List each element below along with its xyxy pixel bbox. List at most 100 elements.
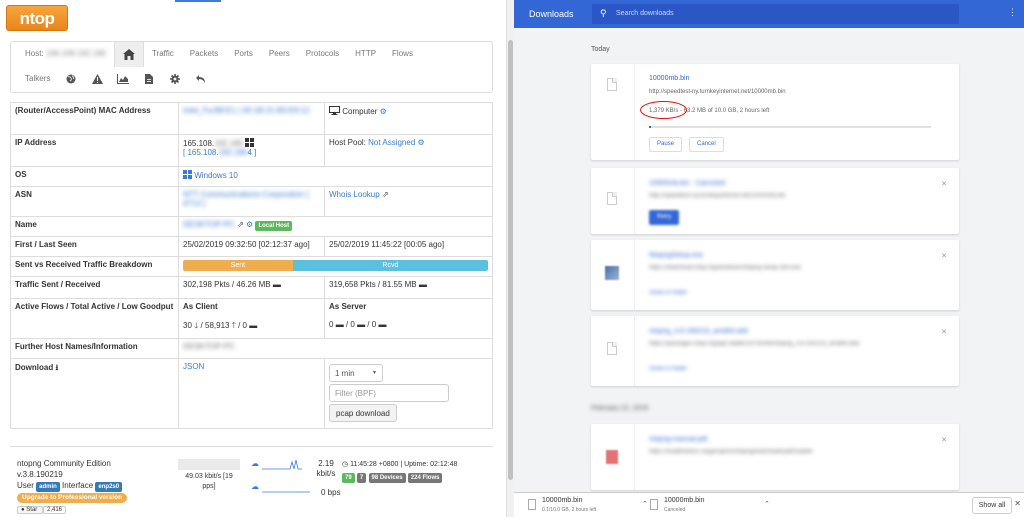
home-icon — [122, 48, 135, 60]
top-accent — [175, 0, 221, 2]
globe-icon[interactable] — [58, 67, 84, 91]
close-icon[interactable]: ✕ — [1014, 499, 1021, 508]
search-downloads-input[interactable]: ⚲ Search downloads — [592, 4, 959, 24]
pcap-cell: 1 min ▼ Filter (BPF) pcap download — [324, 358, 493, 429]
file-icon-column — [591, 424, 635, 490]
whois-link[interactable]: Whois Lookup — [329, 190, 380, 199]
tab-http[interactable]: HTTP — [347, 42, 384, 66]
github-star-button[interactable]: ● Star — [17, 506, 43, 514]
upload-cloud-icon: ☁ — [251, 459, 259, 468]
download-filename[interactable]: 10000mb.bin - Canceled — [649, 180, 725, 187]
remove-icon[interactable]: ✕ — [941, 436, 947, 444]
download-url[interactable]: https://readthedocs.org/projects/ntopng/… — [649, 449, 813, 455]
remove-icon[interactable]: ✕ — [941, 180, 947, 188]
more-vert-icon[interactable]: ⋮ — [1008, 7, 1017, 18]
last-seen: 25/02/2019 11:45:22 [00:05 ago] — [324, 236, 493, 257]
upgrade-button[interactable]: Upgrade to Professional version — [17, 493, 128, 503]
retry-button[interactable]: Retry — [649, 210, 680, 225]
mac-value-text[interactable]: Intel_Fa:B8:E1 | 00:1B:21:B3:E9:12 — [183, 106, 310, 115]
tab-packets[interactable]: Packets — [182, 42, 226, 66]
table-row: OS Windows 10 — [10, 166, 493, 187]
gear-icon[interactable]: ⚙ — [418, 138, 425, 147]
pcap-download-button[interactable]: pcap download — [329, 404, 397, 422]
shelf-item-2[interactable]: 10000mb.bin Canceled ⌃ — [650, 497, 776, 514]
pause-button[interactable]: Pause — [649, 137, 683, 152]
gear-icon[interactable] — [162, 67, 188, 91]
user-interface-line: User admin Interface enp2s0 — [17, 481, 123, 492]
area-chart-icon[interactable] — [110, 67, 136, 91]
download-filename-link[interactable]: ntopng-manual.pdf — [649, 436, 707, 443]
server-active: 0 — [329, 320, 334, 329]
hosts-badge[interactable]: 79 — [342, 473, 355, 483]
interval-select[interactable]: 1 min ▼ — [329, 364, 383, 382]
download-url[interactable]: http://speedtest-ny.turnkeyinternet.net/… — [649, 193, 786, 199]
asn-value-text[interactable]: NTT Communications Corporation [ 4713 ] — [183, 190, 309, 208]
download-icon: ⭳ — [55, 363, 59, 372]
interval-value: 1 min — [335, 368, 355, 378]
left-scrollbar-thumb[interactable] — [508, 40, 513, 480]
shelf-item-1-status: 0.1/10.0 GB, 2 hours left — [542, 507, 597, 513]
local-badge[interactable]: 7 — [356, 473, 367, 483]
ip-alt-link-end[interactable]: 4 ] — [248, 148, 257, 157]
download-card-3: NtopngSetup.exe https://download.ntop.or… — [591, 240, 959, 310]
name-value-text[interactable]: DESKTOP-PC — [183, 220, 235, 229]
shelf-item-1[interactable]: 10000mb.bin 0.1/10.0 GB, 2 hours left ⌃ — [528, 497, 654, 514]
json-link[interactable]: JSON — [183, 362, 204, 371]
server-flows: As Server 0 ▬ / 0 ▬ / 0 ▬ — [324, 298, 493, 339]
chevron-up-icon[interactable]: ⌃ — [764, 500, 770, 508]
host-pool-link[interactable]: Not Assigned — [368, 138, 415, 147]
download-url[interactable]: https://download.ntop.org/windows/ntopng… — [649, 265, 801, 271]
chevron-up-icon[interactable]: ⌃ — [642, 500, 648, 508]
download-url[interactable]: http://speedtest-ny.turnkeyinternet.net/… — [649, 89, 786, 95]
monitor-icon — [329, 106, 340, 115]
breakdown-label: Sent vs Received Traffic Breakdown — [10, 256, 179, 277]
undo-icon[interactable] — [188, 67, 214, 91]
left-scrollbar[interactable] — [506, 0, 514, 517]
ip-alt-link[interactable]: [ 165.108. — [183, 148, 219, 157]
user-label: User — [17, 481, 34, 490]
devices-badge[interactable]: 98 Devices — [368, 473, 406, 483]
external-link-icon[interactable]: ⇗ — [237, 220, 244, 229]
local-host-badge: Local Host — [255, 221, 293, 231]
remove-icon[interactable]: ✕ — [941, 328, 947, 336]
host-pool-label: Host Pool: — [329, 138, 366, 147]
bpf-filter-input[interactable]: Filter (BPF) — [329, 384, 449, 402]
tab-protocols[interactable]: Protocols — [298, 42, 347, 66]
show-in-folder-link[interactable]: Show in folder — [649, 366, 687, 372]
download-filename-link[interactable]: ntopng_3.8.190219_amd64.deb — [649, 328, 748, 335]
table-row: IP Address 165.108.192.180 [ 165.108.192… — [10, 134, 493, 167]
download-filename-link[interactable]: 10000mb.bin — [649, 75, 689, 82]
download-filename-link[interactable]: NtopngSetup.exe — [649, 252, 703, 259]
host-navbar: Host: 166.108.192.180 Traffic Packets Po… — [10, 41, 493, 93]
tab-traffic[interactable]: Traffic — [144, 42, 182, 66]
ip-label: IP Address — [10, 134, 179, 167]
remove-icon[interactable]: ✕ — [941, 252, 947, 260]
traffic-label: Traffic Sent / Received — [10, 276, 179, 299]
download-url[interactable]: https://packages.ntop.org/apt-stable/18.… — [649, 341, 859, 347]
tab-peers[interactable]: Peers — [261, 42, 298, 66]
show-in-folder-link[interactable]: Show in folder — [649, 290, 687, 296]
sent-bar: Sent — [183, 260, 293, 271]
show-all-button[interactable]: Show all — [972, 497, 1012, 514]
star-label: Star — [26, 507, 38, 513]
tab-talkers[interactable]: Talkers — [17, 67, 58, 91]
warning-icon[interactable] — [84, 67, 110, 91]
gear-icon[interactable]: ⚙ — [380, 107, 387, 116]
table-row: First / Last Seen 25/02/2019 09:32:50 [0… — [10, 236, 493, 257]
flows-badge[interactable]: 224 Flows — [407, 473, 443, 483]
mac-label: (Router/AccessPoint) MAC Address — [10, 102, 179, 135]
traffic-rcvd: 319,658 Pkts / 81.55 MB ▬ — [324, 276, 493, 299]
gear-icon[interactable]: ⚙ — [246, 220, 253, 229]
cancel-button[interactable]: Cancel — [689, 137, 724, 152]
download-progress-bar — [649, 126, 931, 128]
tab-flows[interactable]: Flows — [384, 42, 421, 66]
json-cell: JSON — [178, 358, 325, 429]
shelf-item-2-status: Canceled — [664, 507, 686, 513]
home-tab[interactable] — [113, 41, 144, 67]
uptime-text: 11:45:28 +0800 | Uptime: 02:12:48 — [350, 461, 458, 468]
file-icon[interactable] — [136, 67, 162, 91]
device-type-text: Computer — [342, 107, 378, 116]
ntop-logo[interactable]: ntop — [6, 5, 68, 31]
tab-ports[interactable]: Ports — [226, 42, 261, 66]
chrome-downloads-pane: Downloads ⚲ Search downloads ⋮ Today 100… — [514, 0, 1024, 517]
